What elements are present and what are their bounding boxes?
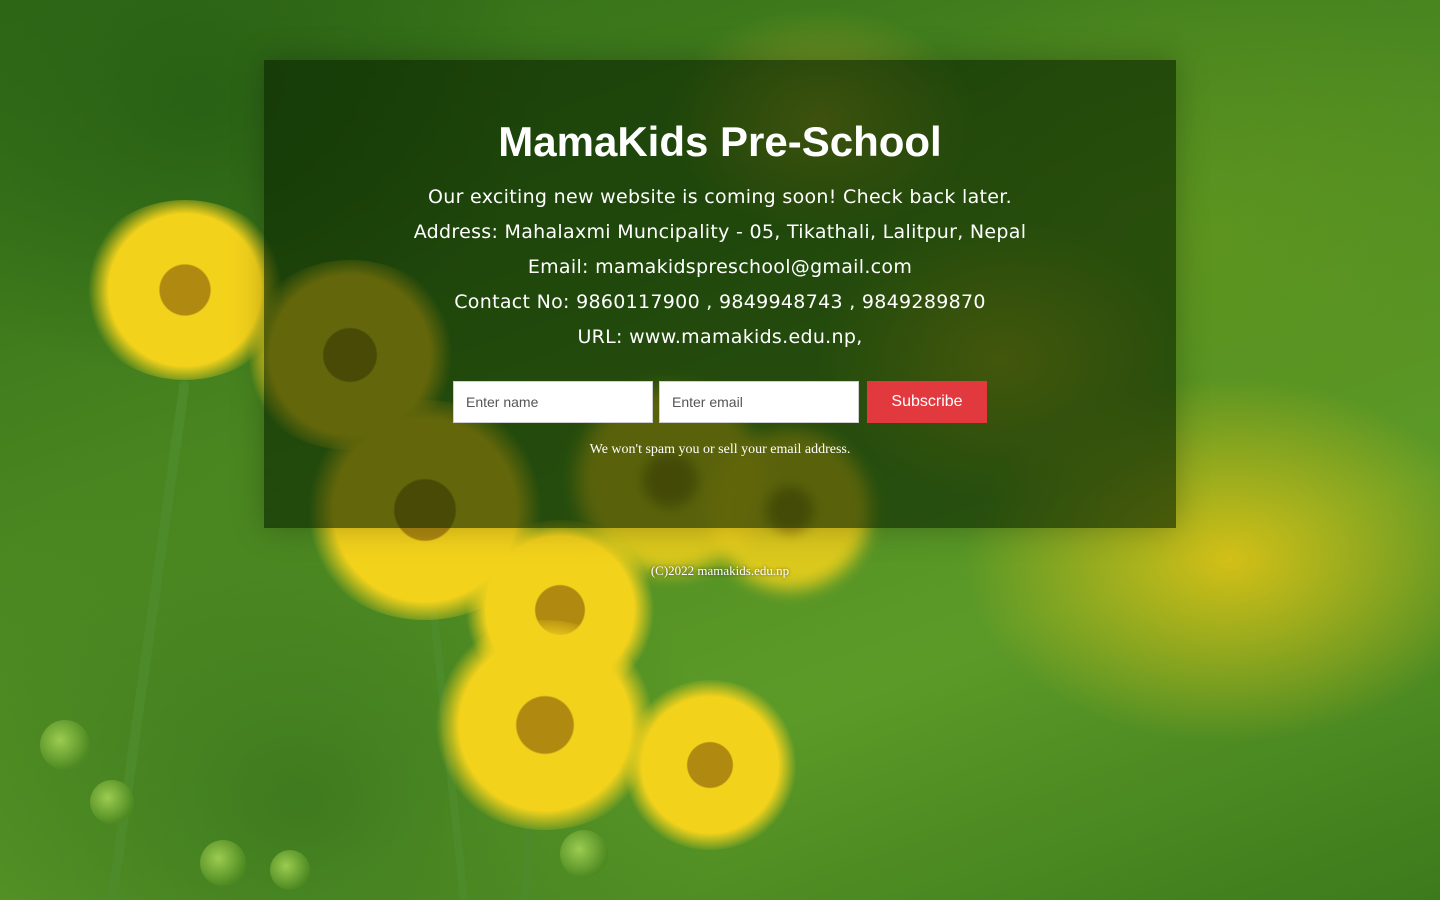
subscribe-form: Subscribe (264, 381, 1176, 423)
name-input[interactable] (453, 381, 653, 423)
flower-bud (200, 840, 246, 886)
contact-info: Our exciting new website is coming soon!… (264, 180, 1176, 355)
coming-soon-message: Our exciting new website is coming soon!… (428, 186, 1012, 208)
coming-soon-panel: MamaKids Pre-School Our exciting new web… (264, 60, 1176, 528)
flower-bud (560, 830, 608, 878)
contact-number-text: Contact No: 9860117900 , 9849948743 , 98… (454, 291, 986, 313)
email-input[interactable] (659, 381, 859, 423)
flower (430, 620, 660, 830)
footer-copyright: (C)2022 mamakids.edu.np (650, 563, 790, 578)
flower-bud (90, 780, 134, 824)
flower-bud (270, 850, 310, 890)
url-text: URL: www.mamakids.edu.np, (577, 326, 863, 348)
flower-bud (40, 720, 90, 770)
email-text: Email: mamakidspreschool@gmail.com (527, 256, 913, 278)
flower (620, 680, 800, 850)
address-text: Address: Mahalaxmi Muncipality - 05, Tik… (413, 221, 1027, 243)
privacy-note: We won't spam you or sell your email add… (589, 442, 851, 457)
page-title: MamaKids Pre-School (498, 118, 942, 165)
subscribe-button[interactable]: Subscribe (867, 381, 987, 423)
